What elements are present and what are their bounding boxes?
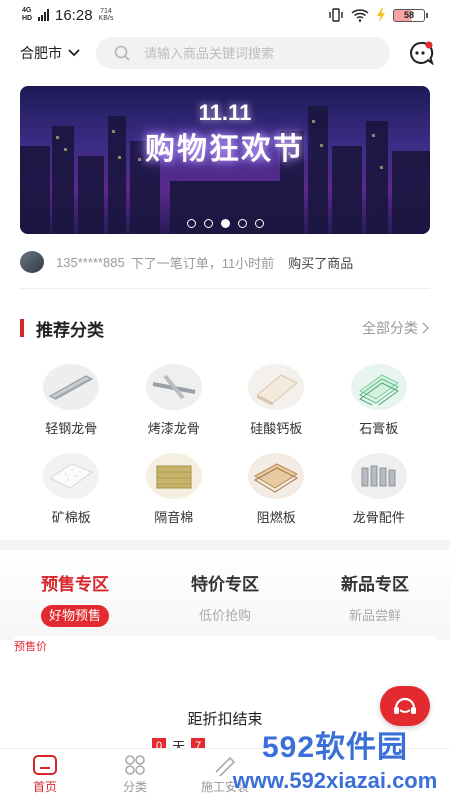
category-item-flame-retardant-board[interactable]: 阻燃板 bbox=[225, 453, 328, 526]
network-speed-value: 714 bbox=[100, 8, 112, 15]
zone-subtitle: 低价抢购 bbox=[198, 608, 251, 623]
flame-retardant-board-icon bbox=[248, 453, 305, 499]
tab-new-products[interactable]: 新品专区 新品尝鲜 bbox=[300, 550, 450, 640]
notice-user: 135*****885 bbox=[56, 254, 125, 270]
nav-category[interactable]: 分类 bbox=[90, 749, 180, 800]
category-item-calcium-silicate-board[interactable]: 硅酸钙板 bbox=[225, 364, 328, 437]
soundproof-cotton-icon bbox=[145, 453, 202, 499]
category-label: 轻钢龙骨 bbox=[45, 421, 98, 436]
mineral-wool-board-icon bbox=[43, 453, 100, 499]
tab-special-offer[interactable]: 特价专区 低价抢购 bbox=[150, 550, 300, 640]
city-name: 合肥市 bbox=[20, 45, 62, 61]
zone-subtitle: 新品尝鲜 bbox=[348, 608, 401, 623]
network-speed-unit: KB/s bbox=[98, 15, 114, 22]
category-label: 龙骨配件 bbox=[352, 510, 405, 525]
zone-subtitle: 好物预售 bbox=[40, 605, 109, 627]
zone-tabs: 预售专区 好物预售 特价专区 低价抢购 新品专区 新品尝鲜 bbox=[0, 550, 450, 640]
watermark-url: www.592xiazai.com bbox=[232, 768, 438, 793]
banner-headline: 购物狂欢节 bbox=[145, 132, 305, 167]
search-icon bbox=[114, 45, 130, 61]
network-type: 4G HD bbox=[22, 7, 33, 22]
nav-label: 首页 bbox=[32, 780, 57, 794]
battery-level: 58 bbox=[403, 10, 414, 20]
avatar bbox=[20, 251, 44, 273]
category-item-light-steel-keel[interactable]: 轻钢龙骨 bbox=[20, 364, 123, 437]
banner-dot[interactable] bbox=[186, 219, 196, 228]
watermark-title: 592软件园 bbox=[261, 731, 409, 764]
calcium-silicate-board-icon bbox=[248, 364, 305, 410]
notice-action: 下了一笔订单，11小时前 bbox=[130, 255, 275, 271]
wifi-icon bbox=[351, 9, 369, 22]
section-marker bbox=[20, 319, 24, 337]
category-label: 石膏板 bbox=[359, 421, 399, 436]
chevron-right-icon bbox=[422, 322, 430, 334]
keel-accessories-icon bbox=[350, 453, 407, 499]
nav-label: 分类 bbox=[122, 780, 147, 794]
banner-dot[interactable] bbox=[254, 219, 264, 228]
city-selector[interactable]: 合肥市 bbox=[20, 43, 80, 63]
nav-home[interactable]: 首页 bbox=[0, 749, 90, 800]
status-bar: 4G HD 16:28 714 KB/s 58 bbox=[0, 0, 450, 30]
promo-banner[interactable]: 11.11 购物狂欢节 bbox=[20, 86, 430, 234]
light-steel-keel-icon bbox=[43, 364, 100, 410]
headset-icon bbox=[394, 697, 416, 714]
category-item-painted-keel[interactable]: 烤漆龙骨 bbox=[123, 364, 226, 437]
chevron-down-icon bbox=[68, 49, 80, 57]
category-grid: 轻钢龙骨 烤漆龙骨 硅酸钙板 石膏板 矿棉板 隔音棉 阻燃板 龙骨配件 bbox=[20, 364, 430, 526]
category-item-keel-accessories[interactable]: 龙骨配件 bbox=[328, 453, 431, 526]
section-title: 推荐分类 bbox=[36, 320, 104, 340]
network-speed: 714 KB/s bbox=[99, 8, 114, 22]
zone-title: 新品专区 bbox=[341, 575, 409, 594]
category-label: 阻燃板 bbox=[256, 510, 296, 525]
order-notice: 135*****885 下了一笔订单，11小时前 购买了商品 bbox=[20, 250, 430, 274]
all-categories-link[interactable]: 全部分类 bbox=[362, 318, 430, 338]
divider bbox=[20, 288, 430, 289]
site-watermark: 592软件园 www.592xiazai.com bbox=[222, 720, 448, 798]
zone-title: 预售专区 bbox=[41, 575, 109, 594]
banner-date: 11.11 bbox=[198, 100, 252, 125]
vibrate-icon bbox=[329, 8, 343, 22]
battery-icon: 58 bbox=[393, 8, 428, 22]
network-indicator: 4G HD bbox=[22, 7, 49, 23]
status-time: 16:28 bbox=[55, 6, 93, 24]
category-label: 矿棉板 bbox=[51, 510, 91, 525]
top-header: 合肥市 bbox=[0, 36, 450, 70]
presale-price-label: 预售价 bbox=[14, 641, 47, 653]
category-item-mineral-wool-board[interactable]: 矿棉板 bbox=[20, 453, 123, 526]
banner-dot[interactable] bbox=[237, 219, 247, 228]
all-categories-label: 全部分类 bbox=[362, 320, 418, 336]
banner-dot[interactable] bbox=[203, 219, 213, 228]
home-icon bbox=[33, 755, 57, 775]
category-label: 烤漆龙骨 bbox=[147, 421, 200, 436]
category-icon bbox=[125, 755, 145, 775]
zone-title: 特价专区 bbox=[191, 575, 259, 594]
section-divider bbox=[0, 540, 450, 550]
gypsum-board-icon bbox=[350, 364, 407, 410]
banner-pagination bbox=[20, 219, 430, 228]
painted-keel-icon bbox=[145, 364, 202, 410]
banner-dot-active[interactable] bbox=[220, 219, 230, 228]
message-icon[interactable] bbox=[408, 40, 434, 66]
tab-presale[interactable]: 预售专区 好物预售 bbox=[0, 550, 150, 640]
category-item-soundproof-cotton[interactable]: 隔音棉 bbox=[123, 453, 226, 526]
charging-icon bbox=[377, 8, 385, 22]
search-bar[interactable] bbox=[96, 37, 390, 69]
category-label: 隔音棉 bbox=[154, 510, 194, 525]
category-label: 硅酸钙板 bbox=[250, 421, 303, 436]
search-input[interactable] bbox=[144, 45, 364, 61]
signal-icon bbox=[38, 9, 49, 21]
category-item-gypsum-board[interactable]: 石膏板 bbox=[328, 364, 431, 437]
recommend-section-header: 推荐分类 全部分类 bbox=[20, 316, 430, 340]
notice-result: 购买了商品 bbox=[288, 255, 354, 271]
